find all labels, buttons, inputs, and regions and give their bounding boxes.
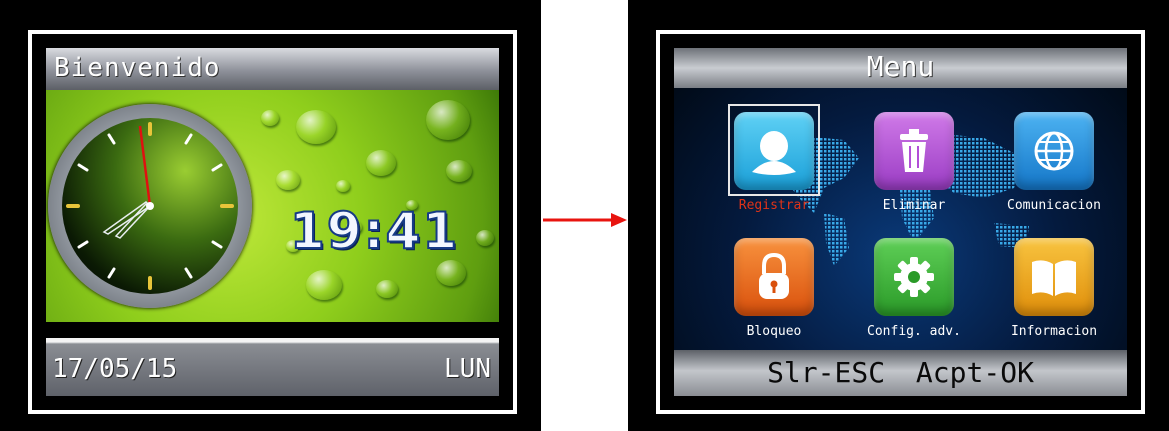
analog-clock	[48, 104, 252, 308]
water-drop	[476, 230, 494, 246]
menu-item-bloqueo[interactable]: Bloqueo	[714, 238, 834, 348]
water-drop	[306, 270, 342, 300]
water-drop	[376, 280, 398, 298]
date-bar: 17/05/15 LUN	[46, 338, 499, 396]
home-screen: Bienvenido 19:41 17/05/15 LUN	[46, 48, 499, 396]
menu-title: Menu	[866, 50, 935, 83]
right-arrow-icon	[543, 213, 627, 227]
lock-icon	[734, 238, 814, 316]
menu-item-label: Registrar	[738, 198, 810, 213]
globe-icon	[1014, 112, 1094, 190]
home-screen-border: Bienvenido 19:41 17/05/15 LUN	[28, 30, 517, 414]
menu-item-config-adv[interactable]: Config. adv.	[854, 238, 974, 348]
menu-item-informacion[interactable]: Informacion	[994, 238, 1114, 348]
menu-item-label: Bloqueo	[746, 324, 802, 339]
menu-item-label: Informacion	[1010, 324, 1098, 339]
water-drop	[366, 150, 396, 176]
weekday-text: LUN	[444, 354, 491, 384]
clock-hands	[66, 122, 234, 290]
menu-hint-bar: Slr-ESC Acpt-OK	[674, 350, 1127, 396]
water-drop	[426, 100, 470, 140]
menu-item-comunicacion[interactable]: Comunicacion	[994, 112, 1114, 222]
user-icon	[734, 112, 814, 190]
book-icon	[1014, 238, 1094, 316]
gear-icon	[874, 238, 954, 316]
menu-item-label: Comunicacion	[1007, 198, 1101, 213]
home-screen-photo: Bienvenido 19:41 17/05/15 LUN	[0, 0, 541, 431]
menu-item-label: Eliminar	[882, 198, 946, 213]
water-drop	[436, 260, 466, 286]
welcome-text: Bienvenido	[54, 53, 221, 83]
water-drop	[261, 110, 279, 126]
digital-time: 19:41	[289, 201, 460, 261]
trash-icon	[874, 112, 954, 190]
water-drop-wallpaper: 19:41	[46, 90, 499, 322]
menu-title-bar: Menu	[674, 48, 1127, 88]
menu-item-label: Config. adv.	[867, 324, 961, 339]
date-text: 17/05/15	[52, 354, 178, 384]
menu-item-eliminar[interactable]: Eliminar	[854, 112, 974, 222]
water-drop	[446, 160, 472, 182]
water-drop	[296, 110, 336, 144]
water-drop	[336, 180, 350, 192]
water-drop	[276, 170, 300, 190]
menu-screen-border: Menu Registrar Eliminar Comunicacion Blo…	[656, 30, 1145, 414]
menu-key-hint: Slr-ESC Acpt-OK	[767, 356, 1034, 389]
menu-item-registrar[interactable]: Registrar	[714, 104, 834, 222]
menu-screen-photo: Menu Registrar Eliminar Comunicacion Blo…	[628, 0, 1169, 431]
menu-screen: Menu Registrar Eliminar Comunicacion Blo…	[674, 48, 1127, 396]
welcome-bar: Bienvenido	[46, 48, 499, 90]
